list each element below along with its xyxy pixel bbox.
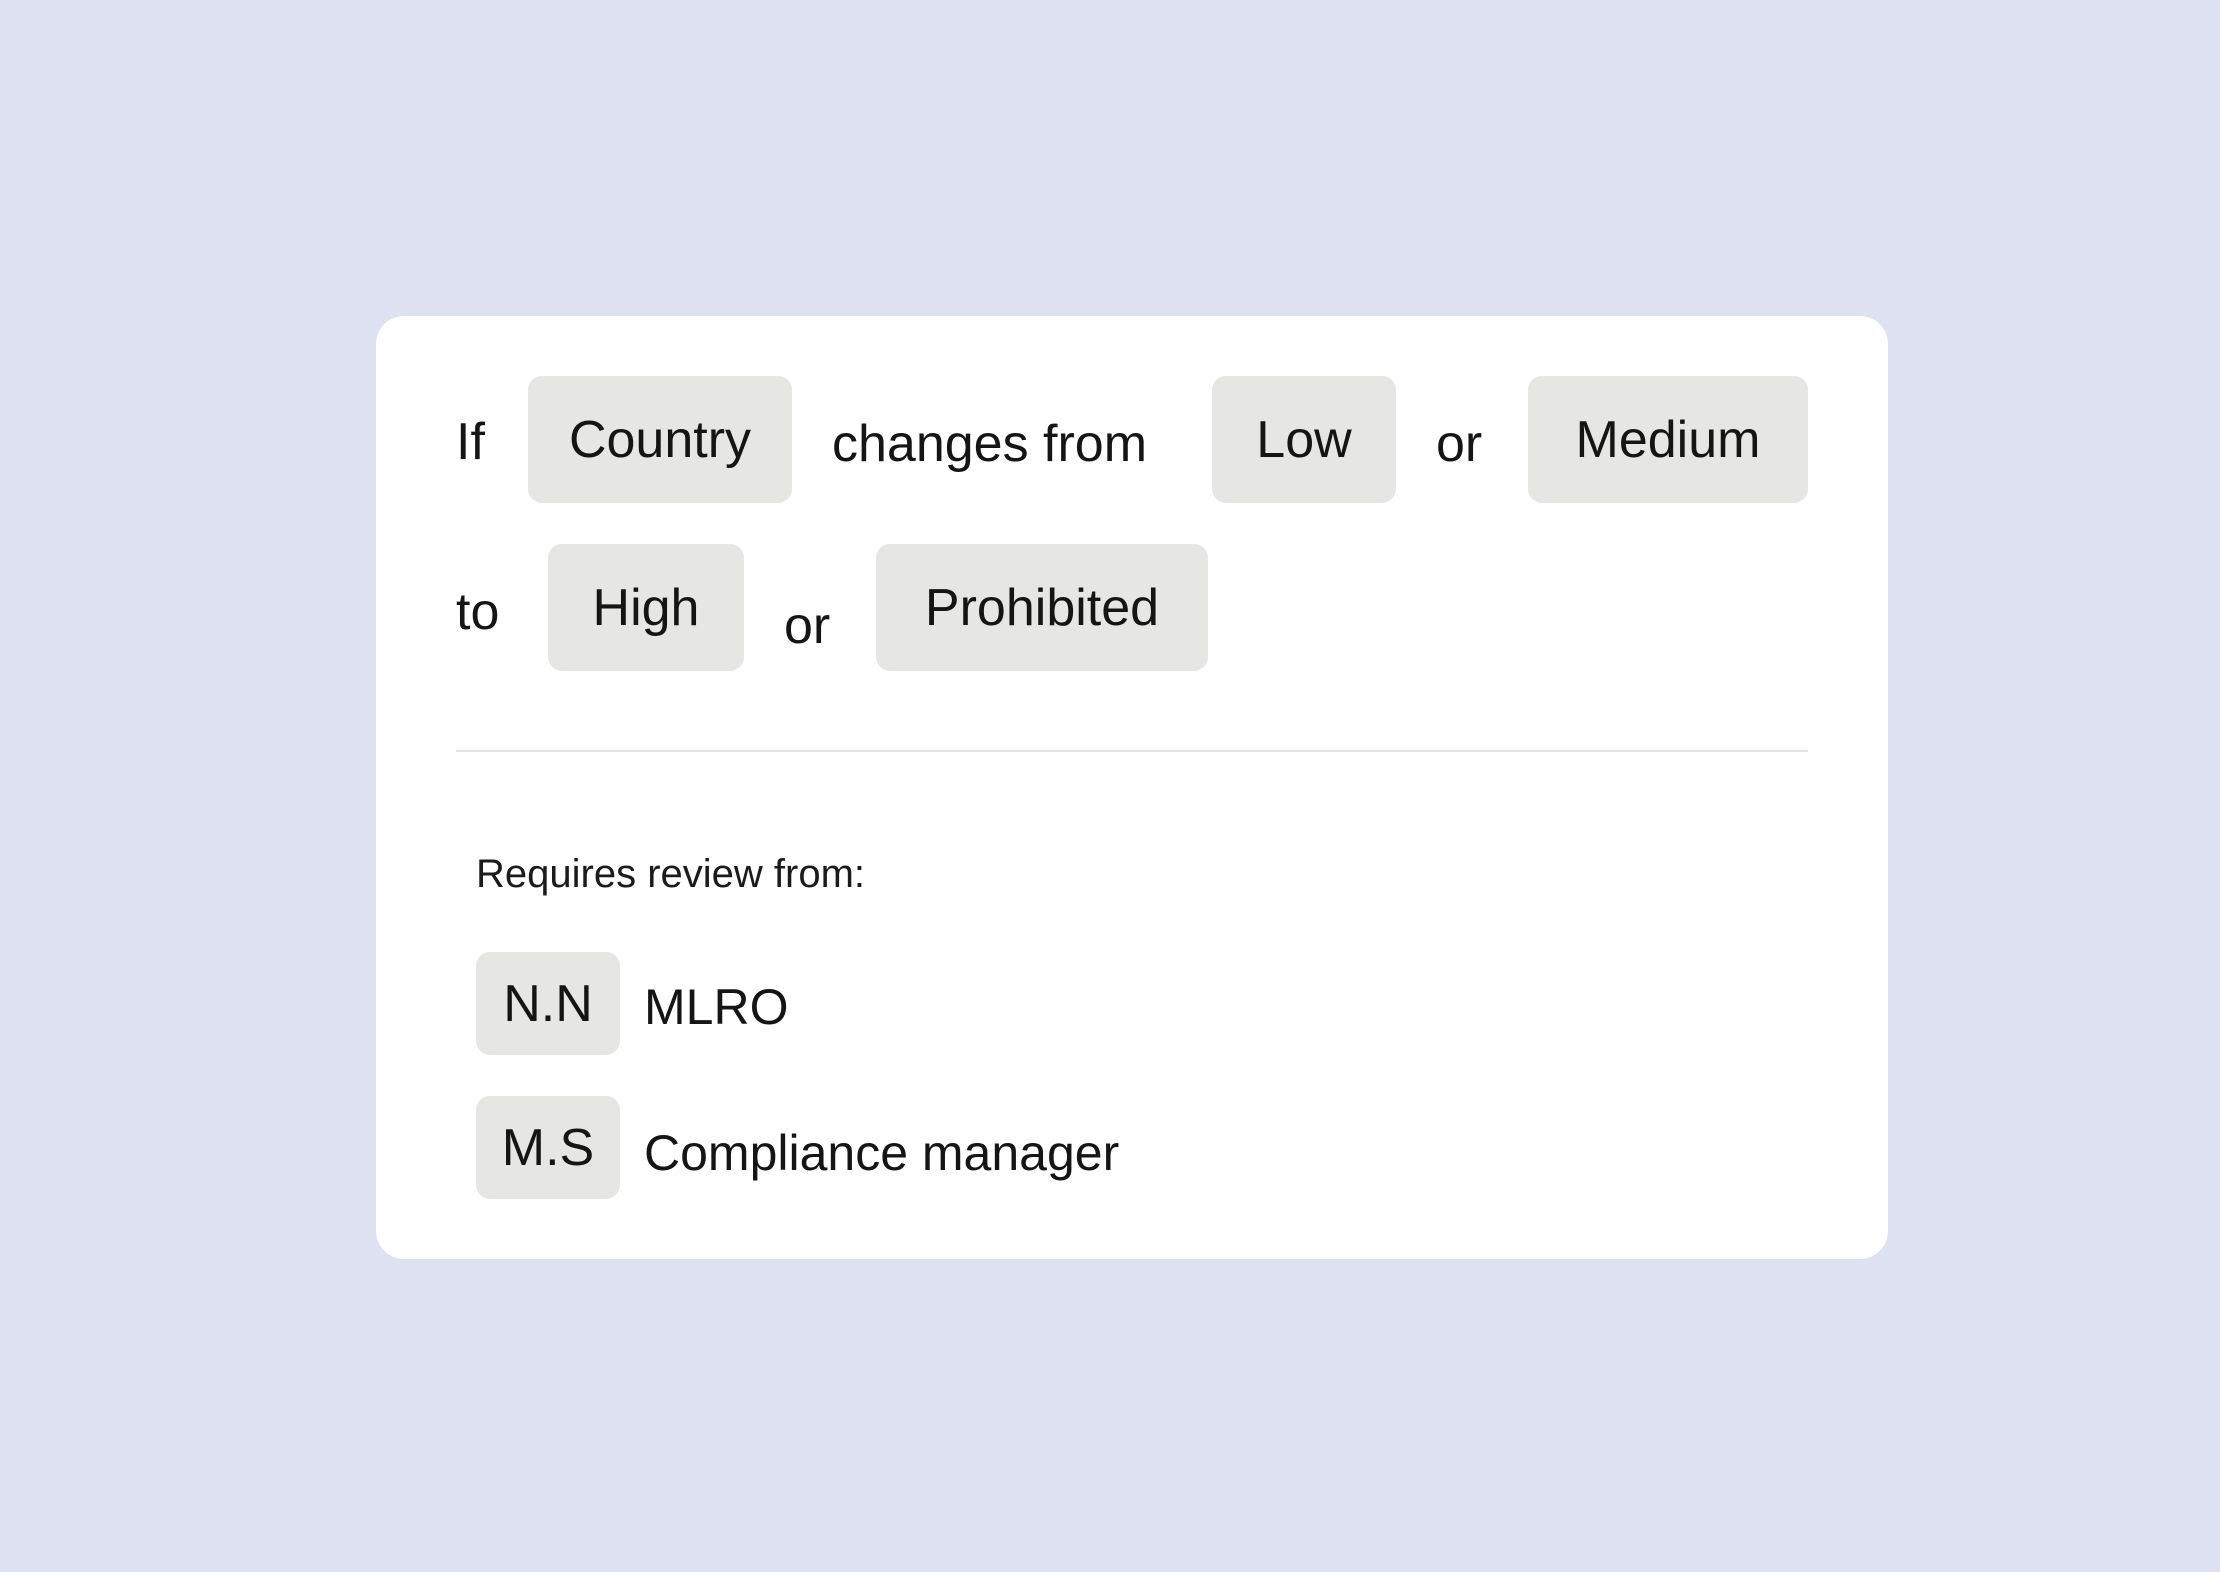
from-value-chip-low[interactable]: Low [1212, 376, 1396, 503]
field-chip-country[interactable]: Country [528, 376, 792, 503]
reviewer-role-compliance-manager: Compliance manager [644, 1125, 1120, 1181]
from-value-chip-medium[interactable]: Medium [1528, 376, 1808, 503]
divider [456, 750, 1808, 752]
to-value-chip-high[interactable]: High [548, 544, 744, 671]
reviewer-role-mlro: MLRO [644, 979, 789, 1035]
or-text-1: or [1436, 415, 1483, 473]
to-value-chip-prohibited[interactable]: Prohibited [876, 544, 1208, 671]
rule-card: If Country changes from Low or Medium to… [376, 316, 1888, 1259]
reviewer-avatar-nn: N.N [476, 952, 620, 1055]
changes-from-text: changes from [832, 415, 1148, 473]
if-text: If [456, 413, 485, 471]
requires-review-label: Requires review from: [476, 852, 866, 896]
reviewer-avatar-ms: M.S [476, 1096, 620, 1199]
or-text-2: or [784, 597, 831, 655]
to-text: to [456, 583, 500, 641]
